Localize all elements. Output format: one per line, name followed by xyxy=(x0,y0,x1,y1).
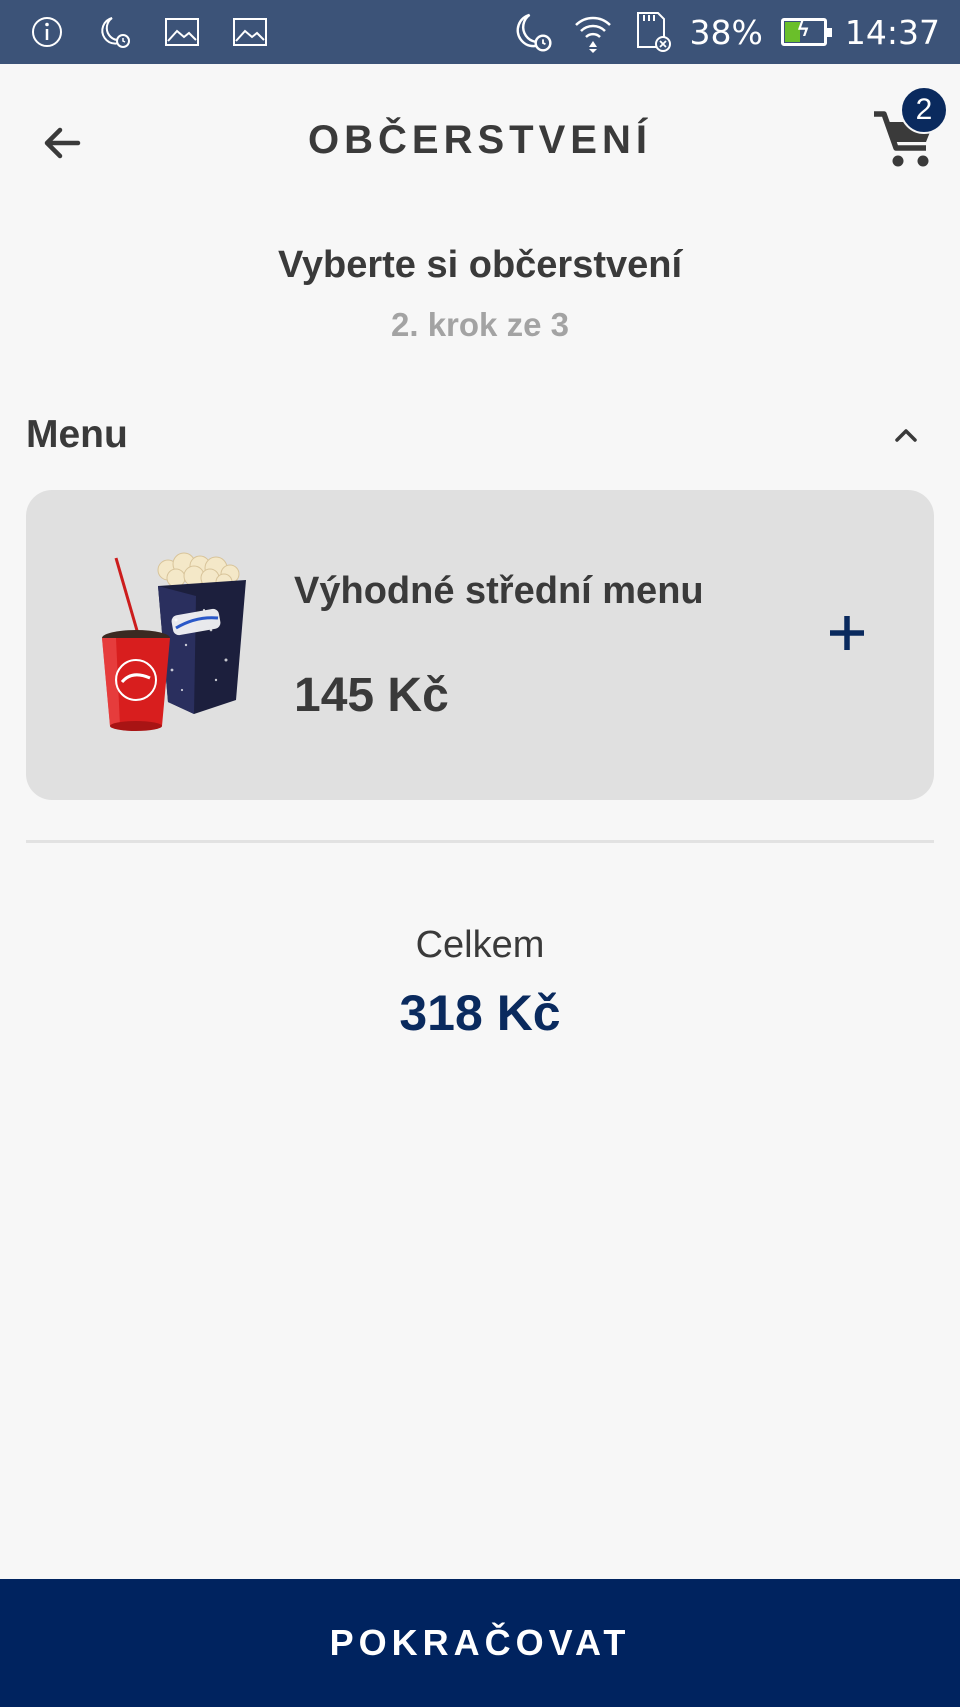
battery-icon: ϟ xyxy=(780,18,832,46)
status-bar-left xyxy=(30,14,300,50)
page-title: OBČERSTVENÍ xyxy=(308,117,652,162)
moon-alarm-icon xyxy=(101,17,130,48)
product-name: Výhodné střední menu xyxy=(294,570,704,612)
step-indicator: 2. krok ze 3 xyxy=(391,306,569,343)
plus-icon[interactable] xyxy=(822,608,872,658)
step-title: Vyberte si občerstvení xyxy=(277,244,683,286)
product-card[interactable]: Výhodné střední menu 145 Kč xyxy=(26,490,934,800)
menu-section-header[interactable]: Menu xyxy=(26,410,934,460)
sd-card-icon xyxy=(636,12,671,52)
status-bar: 38% ϟ 14:37 xyxy=(0,0,960,64)
total-label: Celkem xyxy=(415,924,545,966)
continue-button-label: POKRAČOVAT xyxy=(329,1622,631,1663)
battery-percent: 38% xyxy=(689,12,763,52)
info-icon xyxy=(32,17,62,47)
moon-alarm-icon xyxy=(516,13,552,52)
cart-count-badge[interactable]: 2 xyxy=(900,86,948,134)
chevron-up-icon[interactable] xyxy=(886,415,926,455)
wifi-icon xyxy=(574,16,611,53)
status-bar-right: 38% ϟ 14:37 xyxy=(492,10,940,54)
popcorn-and-drink-image xyxy=(102,552,246,731)
continue-button[interactable]: POKRAČOVAT xyxy=(0,1579,960,1707)
back-arrow-icon[interactable] xyxy=(38,118,88,168)
total-value: 318 Kč xyxy=(399,985,561,1041)
image-icon xyxy=(165,18,199,46)
charging-bolt-icon: ϟ xyxy=(797,19,809,41)
section-label: Menu xyxy=(26,413,128,456)
app-bar: OBČERSTVENÍ xyxy=(0,64,960,216)
clock: 14:37 xyxy=(844,12,940,52)
image-icon xyxy=(233,18,267,46)
product-price: 145 Kč xyxy=(294,669,449,722)
divider xyxy=(26,840,934,843)
